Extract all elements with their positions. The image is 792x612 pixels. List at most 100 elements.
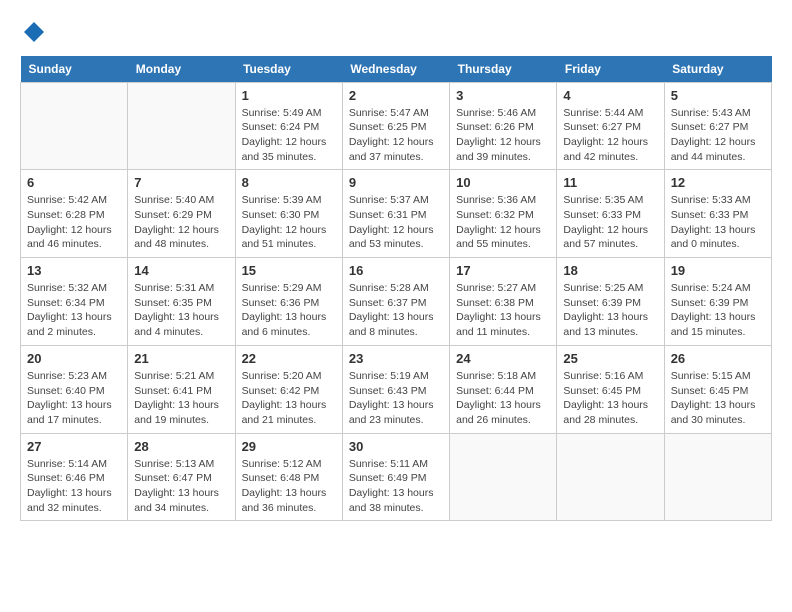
day-number: 7 [134,175,228,190]
day-number: 17 [456,263,550,278]
day-info: Sunrise: 5:18 AM Sunset: 6:44 PM Dayligh… [456,369,550,428]
weekday-header-tuesday: Tuesday [235,56,342,83]
day-number: 29 [242,439,336,454]
day-info: Sunrise: 5:23 AM Sunset: 6:40 PM Dayligh… [27,369,121,428]
calendar-cell: 16 Sunrise: 5:28 AM Sunset: 6:37 PM Dayli… [342,258,449,346]
calendar-cell: 7 Sunrise: 5:40 AM Sunset: 6:29 PM Daylig… [128,170,235,258]
day-number: 18 [563,263,657,278]
day-number: 26 [671,351,765,366]
day-info: Sunrise: 5:32 AM Sunset: 6:34 PM Dayligh… [27,281,121,340]
calendar-cell: 17 Sunrise: 5:27 AM Sunset: 6:38 PM Dayli… [450,258,557,346]
calendar-cell: 27 Sunrise: 5:14 AM Sunset: 6:46 PM Dayli… [21,433,128,521]
day-info: Sunrise: 5:29 AM Sunset: 6:36 PM Dayligh… [242,281,336,340]
calendar-cell: 29 Sunrise: 5:12 AM Sunset: 6:48 PM Dayli… [235,433,342,521]
day-number: 27 [27,439,121,454]
day-number: 9 [349,175,443,190]
day-number: 2 [349,88,443,103]
day-info: Sunrise: 5:39 AM Sunset: 6:30 PM Dayligh… [242,193,336,252]
day-number: 25 [563,351,657,366]
calendar-cell: 28 Sunrise: 5:13 AM Sunset: 6:47 PM Dayli… [128,433,235,521]
day-info: Sunrise: 5:36 AM Sunset: 6:32 PM Dayligh… [456,193,550,252]
day-number: 1 [242,88,336,103]
calendar-cell: 13 Sunrise: 5:32 AM Sunset: 6:34 PM Dayli… [21,258,128,346]
week-row-5: 27 Sunrise: 5:14 AM Sunset: 6:46 PM Dayli… [21,433,772,521]
day-info: Sunrise: 5:40 AM Sunset: 6:29 PM Dayligh… [134,193,228,252]
week-row-3: 13 Sunrise: 5:32 AM Sunset: 6:34 PM Dayli… [21,258,772,346]
weekday-header-row: SundayMondayTuesdayWednesdayThursdayFrid… [21,56,772,83]
day-info: Sunrise: 5:44 AM Sunset: 6:27 PM Dayligh… [563,106,657,165]
weekday-header-wednesday: Wednesday [342,56,449,83]
calendar-cell: 24 Sunrise: 5:18 AM Sunset: 6:44 PM Dayli… [450,345,557,433]
weekday-header-monday: Monday [128,56,235,83]
day-number: 28 [134,439,228,454]
day-info: Sunrise: 5:46 AM Sunset: 6:26 PM Dayligh… [456,106,550,165]
calendar-cell [450,433,557,521]
day-number: 21 [134,351,228,366]
day-number: 30 [349,439,443,454]
day-info: Sunrise: 5:19 AM Sunset: 6:43 PM Dayligh… [349,369,443,428]
calendar-cell: 21 Sunrise: 5:21 AM Sunset: 6:41 PM Dayli… [128,345,235,433]
day-info: Sunrise: 5:24 AM Sunset: 6:39 PM Dayligh… [671,281,765,340]
calendar-cell: 3 Sunrise: 5:46 AM Sunset: 6:26 PM Daylig… [450,82,557,170]
calendar-cell: 5 Sunrise: 5:43 AM Sunset: 6:27 PM Daylig… [664,82,771,170]
day-info: Sunrise: 5:35 AM Sunset: 6:33 PM Dayligh… [563,193,657,252]
calendar-cell [557,433,664,521]
day-info: Sunrise: 5:11 AM Sunset: 6:49 PM Dayligh… [349,457,443,516]
day-number: 20 [27,351,121,366]
day-number: 8 [242,175,336,190]
day-number: 22 [242,351,336,366]
weekday-header-saturday: Saturday [664,56,771,83]
day-number: 3 [456,88,550,103]
calendar-cell: 15 Sunrise: 5:29 AM Sunset: 6:36 PM Dayli… [235,258,342,346]
calendar-cell: 18Sunrise: 5:25 AM Sunset: 6:39 PM Dayli… [557,258,664,346]
day-info: Sunrise: 5:15 AM Sunset: 6:45 PM Dayligh… [671,369,765,428]
calendar-cell: 30 Sunrise: 5:11 AM Sunset: 6:49 PM Dayli… [342,433,449,521]
day-number: 14 [134,263,228,278]
day-number: 13 [27,263,121,278]
day-info: Sunrise: 5:14 AM Sunset: 6:46 PM Dayligh… [27,457,121,516]
logo-icon [22,20,46,44]
calendar-table: SundayMondayTuesdayWednesdayThursdayFrid… [20,56,772,522]
calendar-cell: 23 Sunrise: 5:19 AM Sunset: 6:43 PM Dayli… [342,345,449,433]
page-header [20,20,772,46]
week-row-4: 20 Sunrise: 5:23 AM Sunset: 6:40 PM Dayli… [21,345,772,433]
weekday-header-thursday: Thursday [450,56,557,83]
calendar-cell: 12Sunrise: 5:33 AM Sunset: 6:33 PM Dayli… [664,170,771,258]
calendar-cell: 19 Sunrise: 5:24 AM Sunset: 6:39 PM Dayli… [664,258,771,346]
calendar-cell: 1 Sunrise: 5:49 AM Sunset: 6:24 PM Daylig… [235,82,342,170]
day-info: Sunrise: 5:37 AM Sunset: 6:31 PM Dayligh… [349,193,443,252]
day-info: Sunrise: 5:21 AM Sunset: 6:41 PM Dayligh… [134,369,228,428]
day-number: 11 [563,175,657,190]
day-info: Sunrise: 5:13 AM Sunset: 6:47 PM Dayligh… [134,457,228,516]
day-number: 5 [671,88,765,103]
calendar-cell [128,82,235,170]
day-number: 12 [671,175,765,190]
calendar-cell: 2 Sunrise: 5:47 AM Sunset: 6:25 PM Daylig… [342,82,449,170]
calendar-cell: 22Sunrise: 5:20 AM Sunset: 6:42 PM Dayli… [235,345,342,433]
day-info: Sunrise: 5:31 AM Sunset: 6:35 PM Dayligh… [134,281,228,340]
day-number: 19 [671,263,765,278]
day-info: Sunrise: 5:28 AM Sunset: 6:37 PM Dayligh… [349,281,443,340]
day-number: 15 [242,263,336,278]
calendar-cell: 20 Sunrise: 5:23 AM Sunset: 6:40 PM Dayli… [21,345,128,433]
week-row-2: 6Sunrise: 5:42 AM Sunset: 6:28 PM Daylig… [21,170,772,258]
day-number: 24 [456,351,550,366]
day-info: Sunrise: 5:12 AM Sunset: 6:48 PM Dayligh… [242,457,336,516]
calendar-cell: 14 Sunrise: 5:31 AM Sunset: 6:35 PM Dayli… [128,258,235,346]
calendar-cell: 4 Sunrise: 5:44 AM Sunset: 6:27 PM Daylig… [557,82,664,170]
calendar-cell: 11 Sunrise: 5:35 AM Sunset: 6:33 PM Dayli… [557,170,664,258]
calendar-cell: 9 Sunrise: 5:37 AM Sunset: 6:31 PM Daylig… [342,170,449,258]
day-info: Sunrise: 5:47 AM Sunset: 6:25 PM Dayligh… [349,106,443,165]
weekday-header-friday: Friday [557,56,664,83]
logo [20,20,46,46]
calendar-cell: 10Sunrise: 5:36 AM Sunset: 6:32 PM Dayli… [450,170,557,258]
day-number: 23 [349,351,443,366]
calendar-cell [21,82,128,170]
calendar-cell: 6Sunrise: 5:42 AM Sunset: 6:28 PM Daylig… [21,170,128,258]
day-info: Sunrise: 5:43 AM Sunset: 6:27 PM Dayligh… [671,106,765,165]
day-info: Sunrise: 5:49 AM Sunset: 6:24 PM Dayligh… [242,106,336,165]
day-number: 4 [563,88,657,103]
day-info: Sunrise: 5:27 AM Sunset: 6:38 PM Dayligh… [456,281,550,340]
week-row-1: 1 Sunrise: 5:49 AM Sunset: 6:24 PM Daylig… [21,82,772,170]
day-number: 16 [349,263,443,278]
